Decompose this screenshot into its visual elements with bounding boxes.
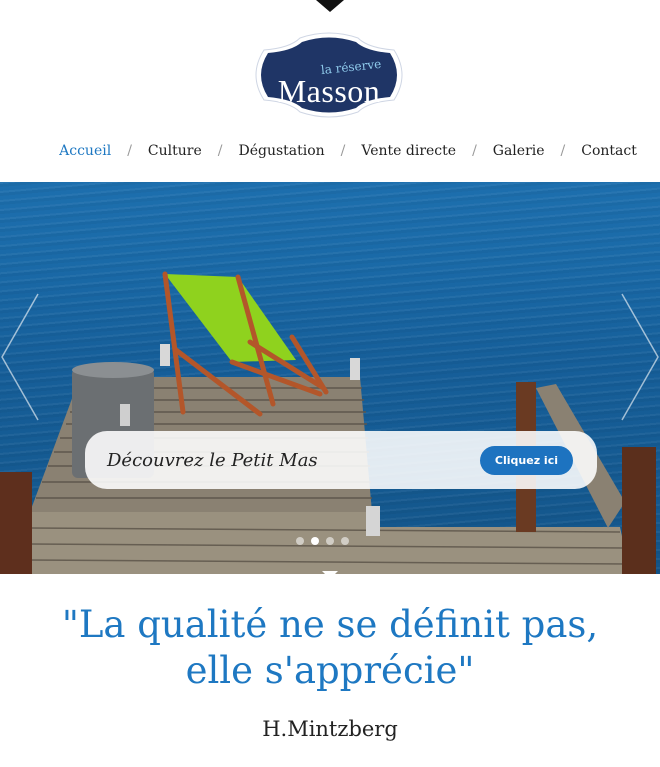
chevron-left-icon: [1, 293, 39, 421]
main-navigation: Accueil / Culture / Dégustation / Vente …: [0, 143, 660, 159]
nav-item-degustation[interactable]: Dégustation: [238, 143, 324, 159]
chevron-right-icon: [621, 293, 659, 421]
nav-separator: /: [127, 143, 132, 159]
hero-slider: [0, 182, 660, 574]
slider-dot[interactable]: [296, 537, 304, 545]
nav-item-accueil[interactable]: Accueil: [59, 143, 111, 159]
quote-text: "La qualité ne se définit pas, elle s'ap…: [0, 602, 660, 694]
nav-item-culture[interactable]: Culture: [148, 143, 202, 159]
slider-dot-active[interactable]: [311, 537, 319, 545]
logo-title: Masson: [277, 73, 381, 109]
nav-item-vente-directe[interactable]: Vente directe: [361, 143, 456, 159]
slider-next-arrow[interactable]: [620, 292, 660, 422]
nav-separator: /: [560, 143, 566, 159]
site-logo[interactable]: la réserve Masson: [250, 30, 408, 120]
slider-pagination: [296, 537, 349, 545]
slider-dot[interactable]: [341, 537, 349, 545]
nav-separator: /: [340, 143, 346, 159]
nav-item-galerie[interactable]: Galerie: [493, 143, 545, 159]
nav-item-contact[interactable]: Contact: [581, 143, 637, 159]
nav-separator: /: [472, 143, 477, 159]
slider-prev-arrow[interactable]: [0, 292, 40, 422]
click-here-button[interactable]: Cliquez ici: [479, 445, 573, 475]
slider-dot[interactable]: [326, 537, 334, 545]
nav-separator: /: [217, 143, 223, 159]
top-toggle-arrow[interactable]: [316, 0, 344, 12]
hero-bottom-notch: [322, 571, 338, 579]
quote-author: H.Mintzberg: [262, 717, 398, 741]
quote-line: "La qualité ne se définit pas,: [61, 603, 599, 646]
hero-caption: Découvrez le Petit Mas: [107, 449, 318, 471]
quote-line: elle s'apprécie": [185, 649, 475, 692]
hero-slide-image: [0, 271, 656, 574]
hero-caption-bar: Découvrez le Petit Mas Cliquez ici: [85, 431, 597, 489]
